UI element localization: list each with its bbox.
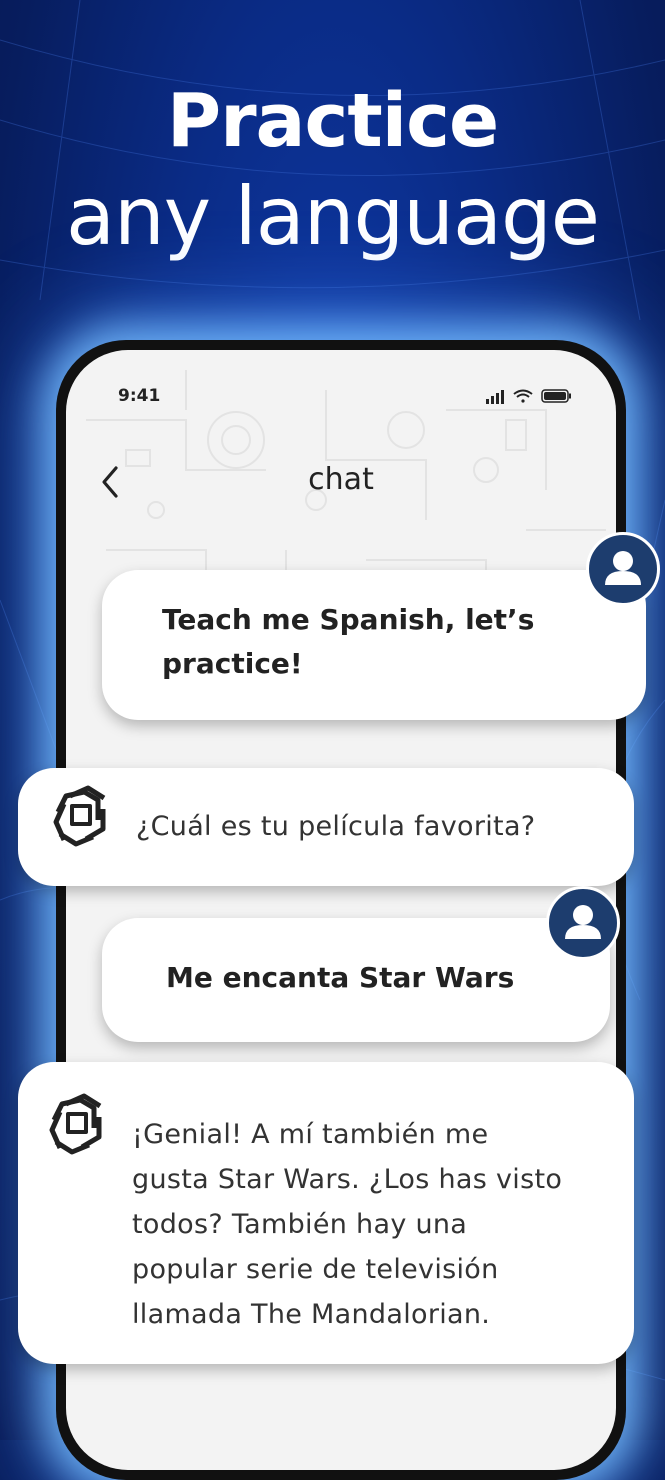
ai-logo-icon bbox=[49, 1093, 102, 1155]
message-line: llamada The Mandalorian. bbox=[132, 1299, 491, 1330]
message-line: ¡Genial! A mí también me bbox=[132, 1119, 489, 1150]
message-line: popular serie de televisión bbox=[132, 1254, 499, 1285]
message-line: todos? También hay una bbox=[132, 1209, 468, 1240]
user-message-bubble: Me encanta Star Wars bbox=[102, 918, 610, 1042]
status-icons bbox=[486, 389, 571, 404]
message-line: practice! bbox=[162, 647, 303, 680]
message-line: Me encanta Star Wars bbox=[166, 961, 515, 994]
assistant-message-bubble: ¿Cuál es tu película favorita? bbox=[18, 768, 634, 886]
wifi-icon bbox=[513, 389, 533, 403]
ai-logo-icon bbox=[53, 785, 106, 847]
assistant-message-bubble: ¡Genial! A mí también me gusta Star Wars… bbox=[18, 1062, 634, 1364]
page-title: chat bbox=[308, 462, 374, 497]
headline-any-language: any language bbox=[66, 170, 600, 263]
message-line: gusta Star Wars. ¿Los has visto bbox=[132, 1164, 563, 1195]
user-avatar-icon bbox=[546, 886, 620, 960]
battery-icon bbox=[541, 389, 571, 403]
user-avatar-icon bbox=[586, 532, 660, 606]
user-message-bubble: Teach me Spanish, let’s practice! bbox=[102, 570, 646, 720]
status-time: 9:41 bbox=[118, 386, 161, 406]
signal-icon bbox=[486, 390, 504, 404]
message-line: Teach me Spanish, let’s bbox=[162, 603, 535, 636]
message-line: ¿Cuál es tu película favorita? bbox=[136, 811, 536, 842]
headline-practice: Practice bbox=[166, 78, 499, 164]
